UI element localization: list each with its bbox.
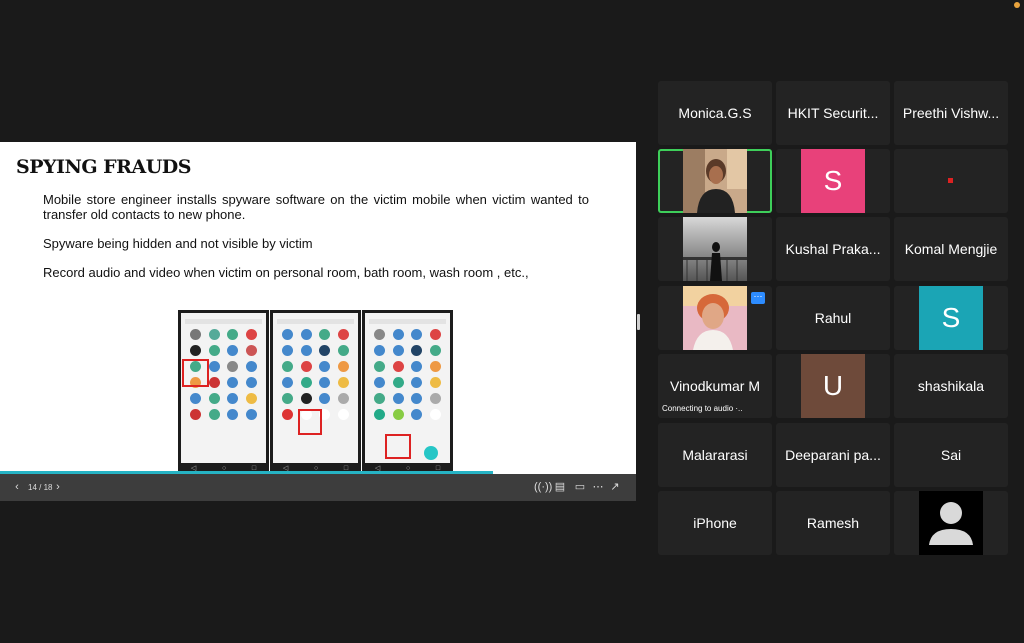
present-icon[interactable]: ▭ <box>574 474 586 501</box>
phone-screenshot: ◁ ○ □ <box>270 310 361 474</box>
page-counter: 14 / 18 <box>28 483 53 492</box>
participant-tile[interactable]: Vinodkumar M Connecting to audio ·.. <box>658 354 772 418</box>
audio-icon[interactable]: ((·)) <box>534 474 552 501</box>
participant-tile[interactable]: Monica.G.S <box>658 81 772 145</box>
participant-tile[interactable]: Komal Mengjie <box>894 217 1008 281</box>
participant-tile[interactable]: HKIT Securit... <box>776 81 890 145</box>
participant-name: Kushal Praka... <box>785 241 881 257</box>
participant-photo <box>683 286 747 350</box>
slide-toolbar: ‹ 14 / 18 › ((·)) ▤ ▭ ⋯ ↗ <box>0 474 636 501</box>
participant-tile[interactable]: shashikala <box>894 354 1008 418</box>
participant-tile[interactable]: Deeparani pa... <box>776 423 890 487</box>
captions-icon[interactable]: ▤ <box>554 474 566 501</box>
resize-handle[interactable] <box>637 314 640 330</box>
participant-name: Deeparani pa... <box>785 447 881 463</box>
participant-name: shashikala <box>917 378 985 394</box>
participant-tile[interactable]: ⋯ <box>658 286 772 350</box>
participant-name: Rahul <box>814 310 852 326</box>
more-options-icon[interactable]: ⋯ <box>751 292 765 304</box>
slide-bullet: Record audio and video when victim on pe… <box>43 265 529 280</box>
chevron-left-icon[interactable]: ‹ <box>11 474 23 501</box>
slide-bullets: Mobile store engineer installs spyware s… <box>43 192 589 280</box>
slide: SPYING FRAUDS Mobile store engineer inst… <box>0 142 636 474</box>
participant-tile[interactable]: iPhone <box>658 491 772 555</box>
participant-name: Monica.G.S <box>678 105 752 121</box>
phone-screenshot: ◁ ○ □ <box>362 310 453 474</box>
participant-tile[interactable]: Malararasi <box>658 423 772 487</box>
floating-action-icon <box>424 446 438 460</box>
phone-screenshot: ◁ ○ □ <box>178 310 269 474</box>
slide-bullet: Mobile store engineer installs spyware s… <box>43 192 589 222</box>
participant-name: Preethi Vishw... <box>902 105 1000 121</box>
default-avatar-icon <box>919 491 983 555</box>
avatar: S <box>919 286 983 350</box>
participant-tile[interactable] <box>894 149 1008 213</box>
chevron-right-icon[interactable]: › <box>52 474 64 501</box>
participant-name: Ramesh <box>806 515 860 531</box>
participant-tile[interactable] <box>894 491 1008 555</box>
participant-tile[interactable]: S <box>776 149 890 213</box>
participant-tile[interactable]: Preethi Vishw... <box>894 81 1008 145</box>
slide-title: SPYING FRAUDS <box>16 156 191 178</box>
participant-tile[interactable]: Sai <box>894 423 1008 487</box>
notification-dot <box>1014 2 1020 8</box>
audio-status: Connecting to audio ·.. <box>662 404 743 413</box>
participant-tile[interactable] <box>658 217 772 281</box>
participant-name: HKIT Securit... <box>787 105 879 121</box>
fullscreen-icon[interactable]: ↗ <box>609 474 621 501</box>
participant-video <box>683 149 747 213</box>
more-icon[interactable]: ⋯ <box>592 474 604 501</box>
participant-name: Komal Mengjie <box>904 241 998 257</box>
shared-screen: SPYING FRAUDS Mobile store engineer inst… <box>0 142 636 501</box>
recording-dot-icon <box>948 178 953 183</box>
participant-tile[interactable]: S <box>894 286 1008 350</box>
participant-name: iPhone <box>693 515 737 531</box>
participant-tile[interactable]: Ramesh <box>776 491 890 555</box>
avatar: U <box>801 354 865 418</box>
avatar: S <box>801 149 865 213</box>
participant-tile-active-speaker[interactable] <box>658 149 772 213</box>
participant-tile[interactable]: Rahul <box>776 286 890 350</box>
slide-bullet: Spyware being hidden and not visible by … <box>43 236 313 251</box>
participant-name: Malararasi <box>682 447 748 463</box>
participant-photo <box>683 217 747 281</box>
participant-tile[interactable]: U <box>776 354 890 418</box>
participant-name: Sai <box>940 447 962 463</box>
participant-tile[interactable]: Kushal Praka... <box>776 217 890 281</box>
